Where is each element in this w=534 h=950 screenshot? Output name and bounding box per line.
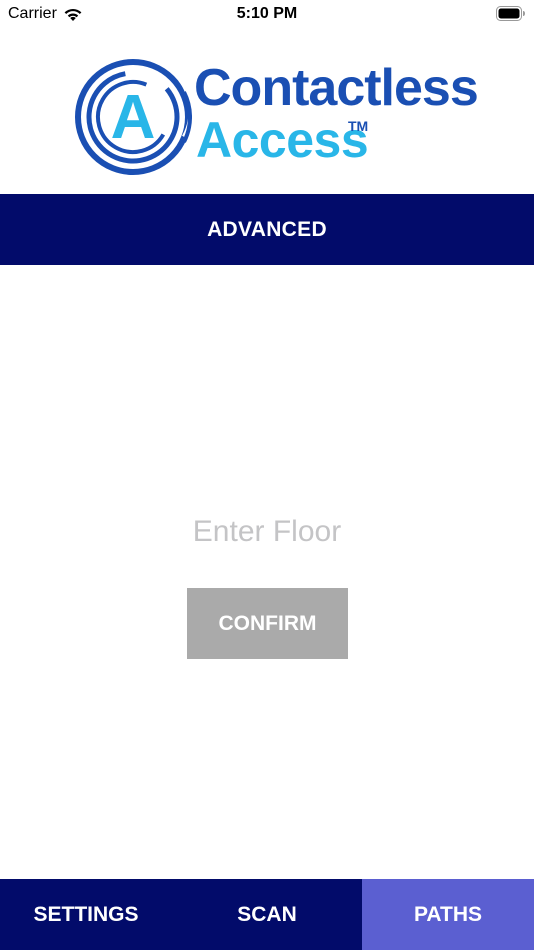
page-title: ADVANCED <box>207 217 327 241</box>
tab-scan-label: SCAN <box>237 902 297 926</box>
section-header: ADVANCED <box>0 194 534 265</box>
confirm-button[interactable]: CONFIRM <box>187 588 348 659</box>
status-bar: Carrier 5:10 PM <box>0 0 534 28</box>
tab-paths[interactable]: PATHS <box>362 879 534 950</box>
floor-input[interactable] <box>117 506 417 558</box>
logo-mark-icon: A <box>75 59 192 175</box>
bottom-tab-bar: SETTINGS SCAN PATHS <box>0 879 534 950</box>
tab-settings[interactable]: SETTINGS <box>0 879 172 950</box>
logo-wordmark-line2: Access <box>196 112 369 168</box>
tab-settings-label: SETTINGS <box>33 902 139 926</box>
trademark-symbol: TM <box>348 118 369 134</box>
logo-wordmark-line1: Contactless <box>194 59 479 117</box>
tab-paths-label: PATHS <box>413 902 483 926</box>
battery-icon <box>496 6 525 21</box>
svg-text:A: A <box>111 83 156 152</box>
tab-scan[interactable]: SCAN <box>172 879 362 950</box>
clock: 5:10 PM <box>236 5 298 22</box>
contactless-access-logo: A Contactless Access TM <box>74 58 479 176</box>
